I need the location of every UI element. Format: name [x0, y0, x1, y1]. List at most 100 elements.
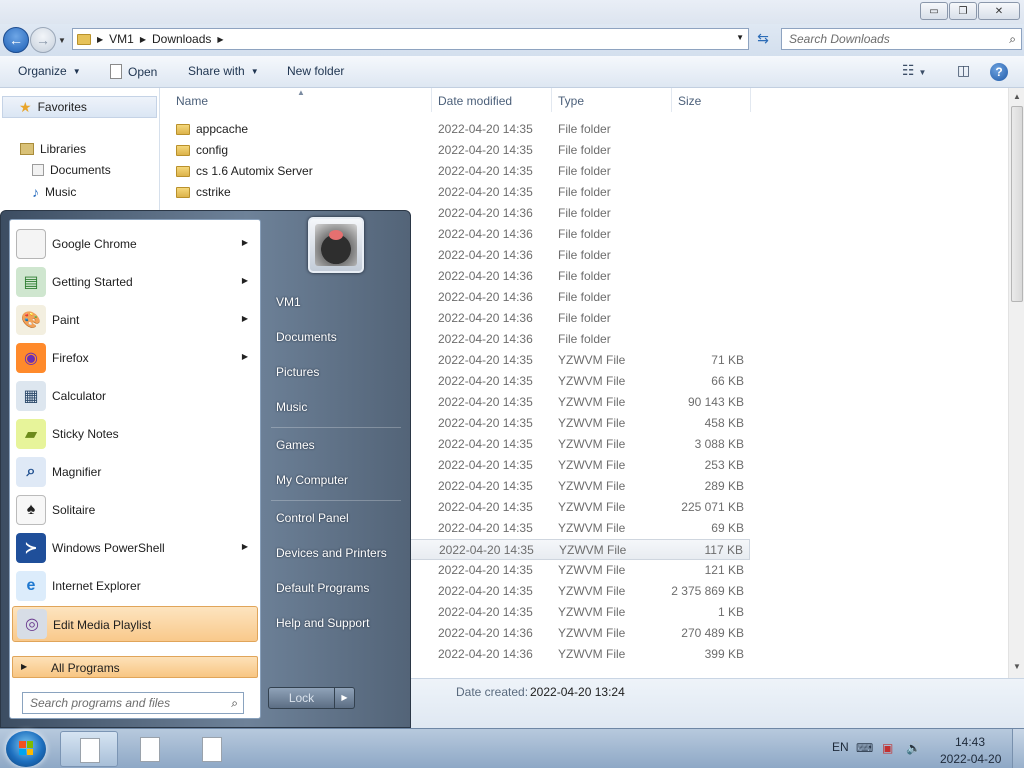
address-row: ← → ▼ ▶ VM1 ▶ Downloads ▶ ▼ ⇆ Search Dow… [0, 24, 1024, 56]
arrow-right-icon: → [36, 32, 50, 48]
search-programs-placeholder: Search programs and files [30, 696, 171, 710]
breadcrumb-vm1[interactable]: VM1 [109, 32, 134, 46]
user-picture[interactable] [308, 217, 364, 273]
organize-button[interactable]: Organize ▼ [18, 64, 81, 78]
help-icon[interactable]: ? [990, 63, 1008, 81]
chevron-right-icon[interactable]: ▶ [242, 238, 248, 247]
chevron-right-icon[interactable]: ▶ [217, 35, 223, 44]
minimize-button[interactable]: ▭ [920, 2, 948, 20]
start-item-firefox[interactable]: ◉ Firefox ▶ [12, 340, 258, 376]
network-icon[interactable]: ▣ [882, 741, 893, 755]
all-programs-button[interactable]: ▶ All Programs [12, 656, 258, 678]
file-row[interactable]: cs 1.6 Automix Server 2022-04-20 14:35 Fil… [160, 161, 750, 182]
file-name: appcache [176, 122, 248, 136]
start-item-devices-printers[interactable]: Devices and Printers [276, 546, 387, 560]
vertical-scrollbar[interactable]: ▲ ▼ [1008, 88, 1024, 678]
file-row[interactable]: cstrike 2022-04-20 14:35 File folder [160, 182, 750, 203]
chevron-right-icon[interactable]: ▶ [97, 35, 103, 44]
column-divider[interactable] [431, 88, 432, 112]
recent-pages-dropdown[interactable]: ▼ [58, 36, 66, 45]
start-button[interactable] [6, 731, 46, 767]
start-item-computer[interactable]: My Computer [276, 473, 348, 487]
start-item-documents[interactable]: Documents [276, 330, 337, 344]
start-item-edit-media-playlist[interactable]: ◎ Edit Media Playlist [12, 606, 258, 642]
nav-documents[interactable]: Documents [32, 163, 111, 177]
column-name[interactable]: Name [176, 94, 208, 108]
column-date-modified[interactable]: Date modified [438, 94, 512, 108]
address-bar[interactable]: ▶ VM1 ▶ Downloads ▶ ▼ [72, 28, 749, 50]
start-item-internet-explorer[interactable]: e Internet Explorer [12, 568, 258, 604]
taskbar-item-explorer[interactable] [60, 731, 118, 767]
file-row[interactable]: appcache 2022-04-20 14:35 File folder [160, 119, 750, 140]
view-options-button[interactable]: ☷ ▼ [902, 62, 926, 79]
nav-music[interactable]: ♪ Music [32, 184, 76, 200]
column-type[interactable]: Type [558, 94, 584, 108]
start-item-windows-powershell[interactable]: ≻ Windows PowerShell ▶ [12, 530, 258, 566]
file-size: 69 KB [711, 521, 744, 535]
start-item-paint[interactable]: 🎨 Paint ▶ [12, 302, 258, 338]
search-icon[interactable]: ⌕ [1009, 32, 1016, 47]
volume-icon[interactable]: 🔊 [906, 741, 921, 755]
file-name: config [176, 143, 228, 157]
column-divider[interactable] [671, 88, 672, 112]
start-item-solitaire[interactable]: ♠ Solitaire [12, 492, 258, 528]
search-programs-input[interactable]: Search programs and files ⌕ [22, 692, 244, 714]
nav-favorites-label: Favorites [37, 100, 87, 114]
nav-libraries[interactable]: Libraries [20, 142, 86, 156]
clock-time[interactable]: 14:43 [955, 735, 985, 749]
nav-favorites[interactable]: ★ Favorites [2, 96, 157, 118]
scroll-down-icon[interactable]: ▼ [1013, 662, 1021, 671]
maximize-button[interactable]: ❐ [949, 2, 977, 20]
back-button[interactable]: ← [3, 27, 29, 53]
column-divider[interactable] [551, 88, 552, 112]
start-item-sticky-notes[interactable]: ▰ Sticky Notes [12, 416, 258, 452]
chevron-right-icon[interactable]: ▶ [242, 542, 248, 551]
refresh-button[interactable]: ⇆ [752, 30, 774, 50]
file-row[interactable]: config 2022-04-20 14:35 File folder [160, 140, 750, 161]
lock-button[interactable]: Lock [268, 687, 335, 709]
scrollbar-thumb[interactable] [1011, 106, 1023, 302]
show-desktop-button[interactable] [1012, 729, 1024, 768]
file-date: 2022-04-20 14:36 [438, 248, 533, 262]
start-item-music[interactable]: Music [276, 400, 307, 414]
column-size[interactable]: Size [678, 94, 701, 108]
start-item-user[interactable]: VM1 [276, 295, 301, 309]
preview-pane-button[interactable]: ◫ [957, 62, 970, 79]
start-item-pictures[interactable]: Pictures [276, 365, 319, 379]
keyboard-icon[interactable]: ⌨ [856, 741, 873, 755]
start-item-help-support[interactable]: Help and Support [276, 616, 369, 630]
file-date: 2022-04-20 14:35 [438, 437, 533, 451]
start-item-magnifier[interactable]: ⌕ Magnifier [12, 454, 258, 490]
close-button[interactable]: ✕ [978, 2, 1020, 20]
chevron-right-icon[interactable]: ▶ [242, 314, 248, 323]
forward-button[interactable]: → [30, 27, 56, 53]
taskbar-item-document[interactable] [183, 731, 241, 767]
clock-date[interactable]: 2022-04-20 [940, 752, 1001, 766]
chevron-down-icon: ▼ [250, 66, 259, 76]
search-icon: ⌕ [231, 696, 238, 710]
shutdown-options-button[interactable]: ▶ [335, 687, 355, 709]
chevron-right-icon[interactable]: ▶ [242, 352, 248, 361]
column-divider[interactable] [750, 88, 751, 112]
internet-explorer-icon: e [16, 571, 46, 601]
search-input[interactable]: Search Downloads ⌕ [781, 28, 1022, 50]
user-avatar-image [315, 224, 357, 266]
chevron-right-icon[interactable]: ▶ [140, 35, 146, 44]
new-folder-button[interactable]: New folder [287, 64, 344, 78]
title-bar[interactable]: ▭ ❐ ✕ [0, 0, 1024, 24]
start-item-google-chrome[interactable]: Google Chrome ▶ [12, 226, 258, 262]
address-dropdown-icon[interactable]: ▼ [736, 33, 744, 42]
taskbar-item-document[interactable] [121, 731, 179, 767]
share-with-button[interactable]: Share with ▼ [188, 64, 259, 78]
open-button[interactable]: Open [110, 64, 157, 79]
start-item-control-panel[interactable]: Control Panel [276, 511, 349, 525]
scroll-up-icon[interactable]: ▲ [1013, 92, 1021, 101]
chevron-right-icon[interactable]: ▶ [242, 276, 248, 285]
breadcrumb-downloads[interactable]: Downloads [152, 32, 211, 46]
file-type: YZWVM File [558, 500, 626, 514]
start-item-getting-started[interactable]: ▤ Getting Started ▶ [12, 264, 258, 300]
start-item-games[interactable]: Games [276, 438, 315, 452]
start-item-default-programs[interactable]: Default Programs [276, 581, 369, 595]
language-indicator[interactable]: EN [832, 740, 849, 754]
start-item-calculator[interactable]: ▦ Calculator [12, 378, 258, 414]
